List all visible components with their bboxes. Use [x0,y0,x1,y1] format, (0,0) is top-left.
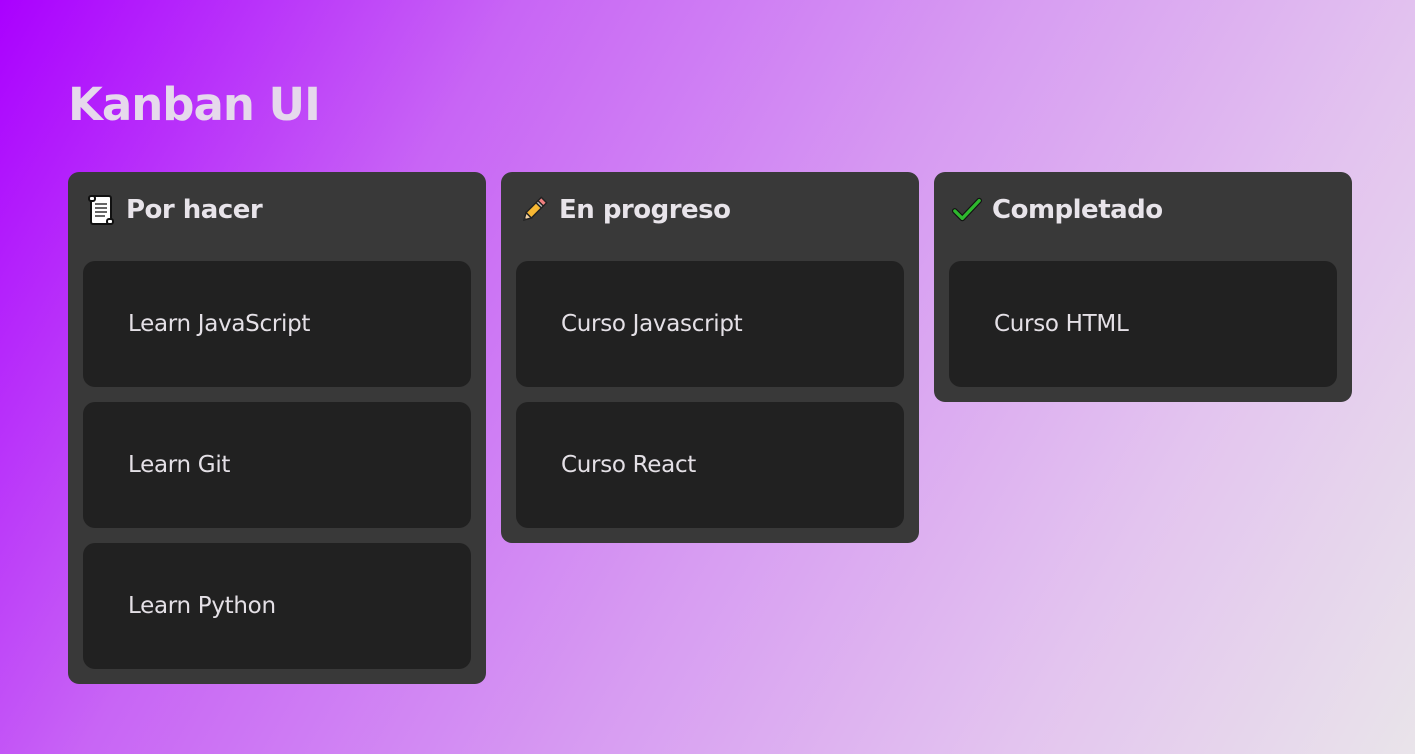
column-title: En progreso [559,194,731,225]
column-por-hacer: Por hacer Learn JavaScript Learn Git Lea… [68,172,486,684]
task-card[interactable]: Learn Git [83,402,471,528]
pencil-icon [519,194,549,226]
task-card[interactable]: Learn JavaScript [83,261,471,387]
scroll-icon [86,194,116,226]
task-card-label: Curso HTML [994,311,1129,337]
column-completado: Completado Curso HTML [934,172,1352,402]
task-card-label: Learn Python [128,593,276,619]
card-list: Learn JavaScript Learn Git Learn Python [83,261,471,669]
column-title: Completado [992,194,1163,225]
check-mark-icon [952,194,982,226]
task-card-label: Curso Javascript [561,311,743,337]
task-card-label: Learn Git [128,452,231,478]
column-header: En progreso [516,172,904,247]
task-card-label: Learn JavaScript [128,311,311,337]
task-card[interactable]: Learn Python [83,543,471,669]
kanban-board: Por hacer Learn JavaScript Learn Git Lea… [68,172,1352,684]
page-title: Kanban UI [68,78,321,131]
column-title: Por hacer [126,194,263,225]
card-list: Curso Javascript Curso React [516,261,904,528]
column-en-progreso: En progreso Curso Javascript Curso React [501,172,919,543]
task-card[interactable]: Curso HTML [949,261,1337,387]
column-header: Por hacer [83,172,471,247]
task-card[interactable]: Curso Javascript [516,261,904,387]
task-card[interactable]: Curso React [516,402,904,528]
card-list: Curso HTML [949,261,1337,387]
task-card-label: Curso React [561,452,697,478]
column-header: Completado [949,172,1337,247]
